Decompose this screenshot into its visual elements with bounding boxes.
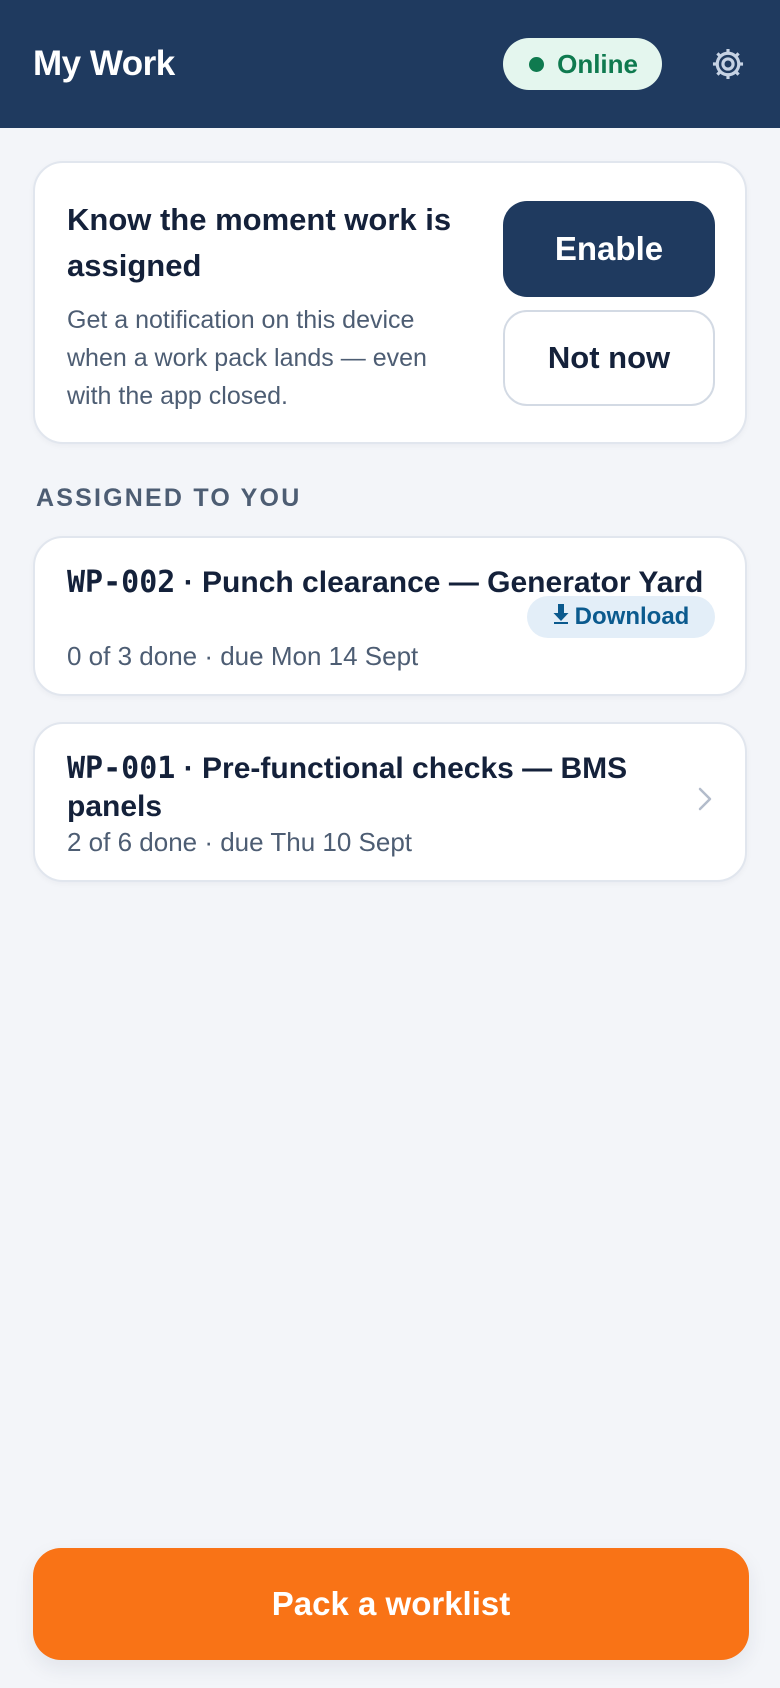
section-heading-assigned: ASSIGNED TO YOU — [36, 484, 302, 512]
pack-worklist-button[interactable]: Pack a worklist — [33, 1548, 749, 1660]
enable-notifications-button[interactable]: Enable — [503, 201, 715, 297]
download-label: Download — [574, 603, 690, 630]
work-pack-title: WP-001 · Pre-functional checks — BMS pan… — [67, 750, 667, 826]
not-now-button[interactable]: Not now — [503, 310, 715, 406]
work-pack-code: WP-001 — [67, 751, 176, 786]
work-pack-code: WP-002 — [67, 565, 176, 600]
notification-prompt-card: Know the moment work is assigned Get a n… — [33, 161, 747, 444]
title-separator: · — [183, 752, 203, 785]
title-separator: · — [183, 566, 203, 599]
notification-prompt-body: Get a notification on this device when a… — [67, 306, 427, 410]
work-pack-progress: 0 of 3 done · due Mon 14 Sept — [67, 641, 419, 671]
download-button[interactable]: Download — [527, 596, 715, 638]
status-label: Online — [557, 48, 638, 79]
work-pack-card-wp-001[interactable]: WP-001 · Pre-functional checks — BMS pan… — [33, 722, 747, 882]
work-pack-name: Punch clearance — Generator Yard — [202, 566, 704, 599]
work-pack-progress: 2 of 6 done · due Thu 10 Sept — [67, 827, 413, 857]
work-pack-card-wp-002[interactable]: WP-002 · Punch clearance — Generator Yar… — [33, 536, 747, 696]
gear-icon[interactable] — [708, 44, 748, 84]
notification-prompt-title: Know the moment work is assigned — [67, 202, 452, 283]
page-title: My Work — [33, 44, 175, 83]
connection-status-badge: Online — [503, 38, 662, 90]
download-arrow-icon — [553, 603, 569, 631]
app-header: My Work Online — [0, 0, 780, 128]
chevron-right-icon[interactable] — [698, 780, 712, 820]
status-dot-icon — [529, 56, 545, 72]
